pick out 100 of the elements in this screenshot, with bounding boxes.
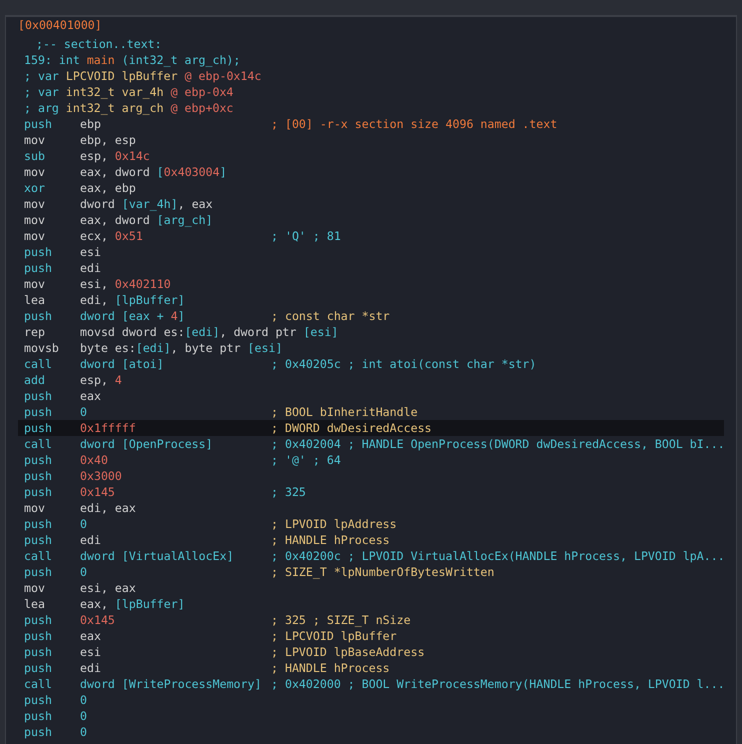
comment: ; const char *str [271, 308, 390, 324]
mnemonic: push [24, 628, 53, 644]
instruction-row[interactable]: push edi [18, 260, 724, 276]
mnemonic: push [24, 404, 53, 420]
instruction-row[interactable]: lea eax, [lpBuffer] [18, 596, 724, 612]
comment: ; 0x40205c ; int atoi(const char *str) [271, 356, 536, 372]
comment: ; 'Q' ; 81 [271, 228, 341, 244]
mnemonic: push [24, 612, 53, 628]
instruction-row[interactable]: mov eax, dword [arg_ch] [18, 212, 724, 228]
instruction-row[interactable]: push ebp ; [00] -r-x section size 4096 named .text [18, 116, 724, 132]
instruction-row[interactable]: mov ebp, esp [18, 132, 724, 148]
instruction-row[interactable]: push esi [18, 244, 724, 260]
mnemonic: push [24, 484, 53, 500]
mnemonic: sub [24, 148, 46, 164]
comment: ; [00] -r-x section size 4096 named .text [271, 116, 558, 132]
mnemonic: movsb [24, 340, 60, 356]
function-header-line: ; var int32_t var_4h @ ebp-0x4 [23, 84, 234, 100]
operand: dword [var_4h], eax [80, 196, 214, 212]
operand: 0 [80, 564, 88, 580]
comment: ; DWORD dwDesiredAccess [271, 420, 432, 436]
instruction-row[interactable]: push 0 ; SIZE_T *lpNumberOfBytesWritten [18, 564, 724, 580]
comment: ; LPCVOID lpBuffer [271, 628, 397, 644]
operand: esi [80, 644, 102, 660]
mnemonic: push [24, 308, 53, 324]
operand: edi [80, 260, 102, 276]
instruction-row[interactable]: mov dword [var_4h], eax [18, 196, 724, 212]
mnemonic: mov [24, 276, 46, 292]
instruction-row[interactable]: call dword [VirtualAllocEx] ; 0x40200c ; LPVOID VirtualAllocEx(HANDLE hProcess, LPVOID lpA... [18, 548, 724, 564]
mnemonic: add [24, 372, 46, 388]
instruction-row[interactable]: push 0 [18, 724, 724, 740]
operand: eax [80, 628, 102, 644]
function-header-line: 159: int main (int32_t arg_ch); [23, 52, 240, 68]
operand: dword [atoi] [80, 356, 165, 372]
mnemonic: lea [24, 292, 46, 308]
mnemonic: mov [24, 580, 46, 596]
instruction-row[interactable]: movsb byte es:[edi], byte ptr [esi] [18, 340, 724, 356]
operand: edi, [lpBuffer] [80, 292, 186, 308]
operand: edi [80, 660, 102, 676]
instruction-row[interactable]: push 0x1fffff ; DWORD dwDesiredAccess [18, 420, 724, 436]
mnemonic: push [24, 420, 53, 436]
mnemonic: push [24, 724, 53, 740]
instruction-row[interactable]: push edi ; HANDLE hProcess [18, 532, 724, 548]
comment: ; 325 ; SIZE_T nSize [271, 612, 411, 628]
instruction-row[interactable]: push 0 [18, 692, 724, 708]
operand: esi [80, 244, 102, 260]
comment: ; 0x402000 ; BOOL WriteProcessMemory(HANDLE hProcess, LPVOID l... [271, 676, 725, 692]
instruction-row[interactable]: push eax [18, 388, 724, 404]
instruction-row[interactable]: add esp, 4 [18, 372, 724, 388]
operand: esp, 4 [80, 372, 123, 388]
instruction-row[interactable]: call dword [WriteProcessMemory] ; 0x402000 ; BOOL WriteProcessMemory(HANDLE hProcess, LPVOID l... [18, 676, 724, 692]
instruction-row[interactable]: call dword [OpenProcess] ; 0x402004 ; HANDLE OpenProcess(DWORD dwDesiredAccess, BOOL bI... [18, 436, 724, 452]
mnemonic: xor [24, 180, 46, 196]
instruction-row[interactable]: sub esp, 0x14c [18, 148, 724, 164]
instruction-row[interactable]: push dword [eax + 4] ; const char *str [18, 308, 724, 324]
mnemonic: call [24, 436, 53, 452]
instruction-row[interactable]: push 0x145 ; 325 ; SIZE_T nSize [18, 612, 724, 628]
instruction-row[interactable]: push 0 ; LPVOID lpAddress [18, 516, 724, 532]
comment: ; HANDLE hProcess [271, 660, 390, 676]
mnemonic: push [24, 692, 53, 708]
instruction-row[interactable]: lea edi, [lpBuffer] [18, 292, 724, 308]
mnemonic: call [24, 356, 53, 372]
operand: dword [eax + 4] [80, 308, 186, 324]
function-header-line: ; arg int32_t arg_ch @ ebp+0xc [23, 100, 234, 116]
mnemonic: mov [24, 164, 46, 180]
operand: 0 [80, 724, 88, 740]
operand: ecx, 0x51 [80, 228, 144, 244]
instruction-row[interactable]: push esi ; LPVOID lpBaseAddress [18, 644, 724, 660]
instruction-row[interactable]: push 0 ; BOOL bInheritHandle [18, 404, 724, 420]
instruction-row[interactable]: mov edi, eax [18, 500, 724, 516]
instruction-row[interactable]: push 0x3000 [18, 468, 724, 484]
instruction-row[interactable]: mov esi, 0x402110 [18, 276, 724, 292]
instruction-row[interactable]: mov esi, eax [18, 580, 724, 596]
mnemonic: push [24, 532, 53, 548]
operand: byte es:[edi], byte ptr [esi] [80, 340, 282, 356]
comment: ; 0x402004 ; HANDLE OpenProcess(DWORD dwDesiredAccess, BOOL bI... [271, 436, 725, 452]
instruction-row[interactable]: push 0x145 ; 325 [18, 484, 724, 500]
operand: 0 [80, 516, 88, 532]
comment: ; 325 [271, 484, 306, 500]
operand: movsd dword es:[edi], dword ptr [esi] [80, 324, 338, 340]
instruction-row[interactable]: mov ecx, 0x51 ; 'Q' ; 81 [18, 228, 724, 244]
operand: esp, 0x14c [80, 148, 151, 164]
operand: eax [80, 388, 102, 404]
instruction-row[interactable]: push 0 [18, 708, 724, 724]
mnemonic: push [24, 660, 53, 676]
mnemonic: push [24, 116, 53, 132]
instruction-row[interactable]: push 0x40 ; '@' ; 64 [18, 452, 724, 468]
operand: eax, ebp [80, 180, 137, 196]
mnemonic: push [24, 708, 53, 724]
mnemonic: push [24, 516, 53, 532]
comment: ; LPVOID lpBaseAddress [271, 644, 425, 660]
instruction-row[interactable]: push eax ; LPCVOID lpBuffer [18, 628, 724, 644]
instruction-row[interactable]: call dword [atoi] ; 0x40205c ; int atoi(const char *str) [18, 356, 724, 372]
operand: eax, dword [arg_ch] [80, 212, 214, 228]
mnemonic: mov [24, 132, 46, 148]
instruction-row[interactable]: xor eax, ebp [18, 180, 724, 196]
instruction-row[interactable]: rep movsd dword es:[edi], dword ptr [esi] [18, 324, 724, 340]
mnemonic: rep [24, 324, 46, 340]
mnemonic: push [24, 452, 53, 468]
instruction-row[interactable]: mov eax, dword [0x403004] [18, 164, 724, 180]
instruction-row[interactable]: push edi ; HANDLE hProcess [18, 660, 724, 676]
